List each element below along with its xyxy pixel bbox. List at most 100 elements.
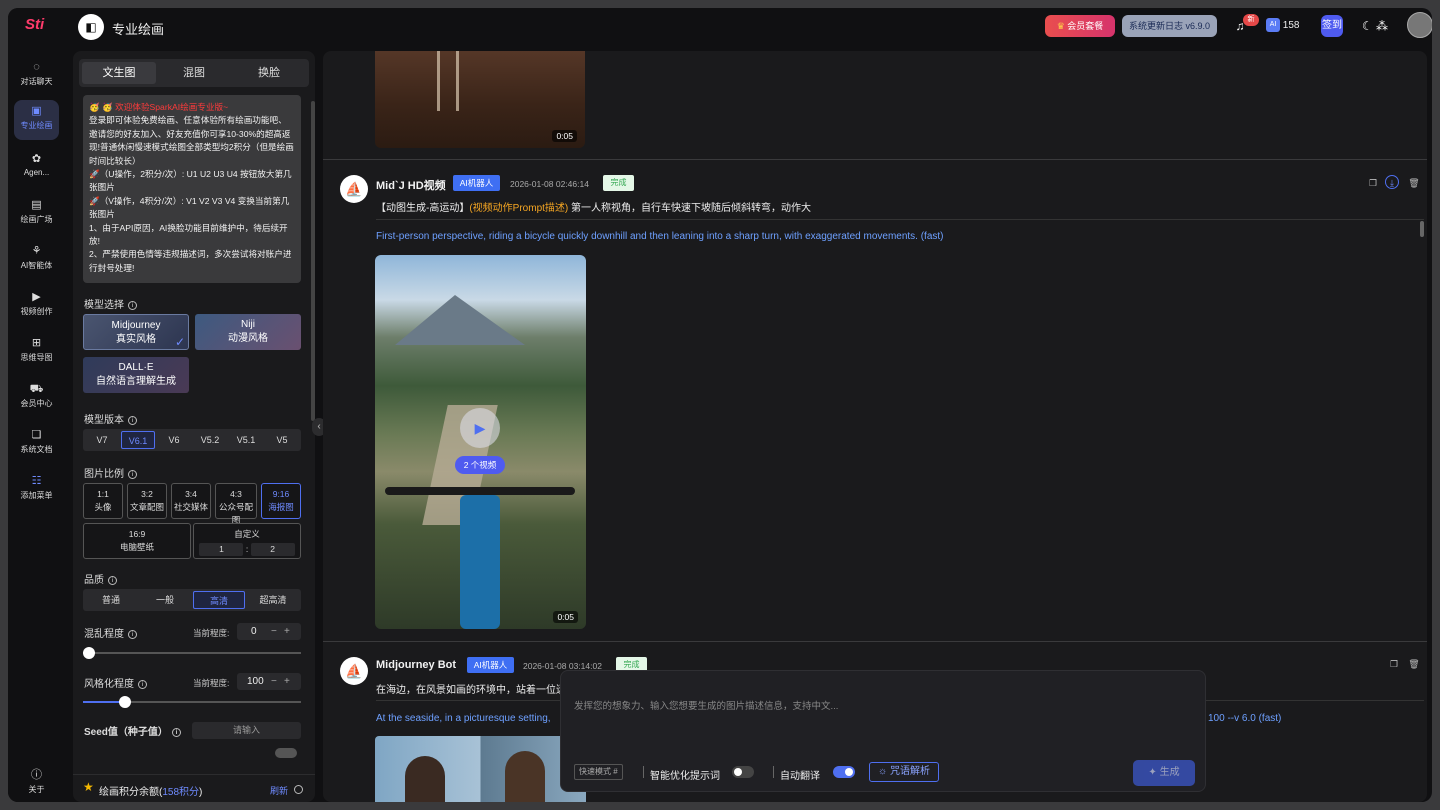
info-icon[interactable]: i [128,300,137,310]
version-option[interactable]: V5.2 [193,431,227,449]
plus-icon[interactable]: + [284,673,290,690]
brand-logo[interactable]: Sti [25,16,49,38]
panel-scrollbar[interactable] [311,101,315,421]
chat-icon: ◌ [33,61,40,73]
ratio-height-input[interactable]: 2 [250,543,295,556]
points-display[interactable]: AI 158 [1266,15,1318,37]
tab-face-swap[interactable]: 换脸 [232,62,306,84]
nav-item-label: 关于 [28,785,45,794]
translate-toggle[interactable] [833,766,855,778]
nav-item-about[interactable]: ⓘ 关于 [14,764,59,802]
copy-icon[interactable]: ❐ [1366,176,1380,190]
nav-item-docs[interactable]: ❏ 系统文档 [14,424,59,464]
image-thumbnail[interactable] [375,736,586,802]
delete-icon[interactable]: 🗑 [1407,176,1421,190]
version-option[interactable]: V6 [157,431,191,449]
mode-badge[interactable]: 快速模式 # [574,764,623,780]
tab-text-to-image[interactable]: 文生图 [82,62,156,84]
minus-icon[interactable]: − [271,623,277,640]
quality-option[interactable]: 普通 [85,591,137,609]
plus-icon[interactable]: + [284,623,290,640]
ratio-option[interactable]: 3:4 社交媒体 [171,483,211,519]
refresh-button[interactable]: 刷新 [270,784,288,797]
download-icon[interactable]: ⤓ [1385,175,1399,189]
chaos-stepper[interactable]: 0 − + [237,623,301,640]
model-card-midjourney[interactable]: Midjourney 真实风格 ✓ [83,314,189,350]
prompt-input[interactable]: 发挥您的想象力、输入您想要生成的图片描述信息，支持中文... [574,698,838,712]
version-option[interactable]: V5.1 [229,431,263,449]
panel-footer: ★ 绘画积分余额(158积分) 刷新 [73,774,315,802]
info-icon[interactable] [294,785,303,794]
quality-option[interactable]: 高清 [193,591,245,609]
info-icon[interactable]: i [128,629,137,639]
model-sub: 自然语言理解生成 [96,376,176,387]
nav-item-painting[interactable]: ▣ 专业绘画 [14,100,59,140]
checkin-button[interactable]: 签到 [1321,15,1343,37]
info-icon[interactable]: i [108,575,117,585]
stylize-stepper[interactable]: 100− + [237,673,301,690]
current-level-label: 当前程度: [193,628,230,638]
chaos-slider[interactable] [83,647,301,659]
bot-name: Mid`J HD视频 [376,180,446,192]
avatar[interactable] [1407,12,1432,38]
quality-section-label: 品质 i [84,571,117,586]
partial-toggle[interactable] [275,748,297,758]
generate-button[interactable]: ✦ 生成 [1133,760,1195,786]
model-card-dalle[interactable]: DALL·E 自然语言理解生成 [83,357,189,393]
video-thumbnail[interactable]: ▶ 2 个视频 0:05 [375,255,586,629]
version-option[interactable]: V5 [265,431,299,449]
delete-icon[interactable]: 🗑 [1407,657,1421,671]
chat-scrollbar[interactable] [1420,221,1424,237]
version-section-label: 模型版本 i [84,411,137,426]
minus-icon[interactable]: − [271,673,277,690]
seed-input[interactable]: 请输入 [192,722,301,739]
info-icon[interactable]: i [128,415,137,425]
nav-item-ai-agent[interactable]: ⚘ AI智能体 [14,240,59,280]
version-option[interactable]: V7 [85,431,119,449]
copy-icon[interactable]: ❐ [1387,657,1401,671]
sidebar-toggle-icon[interactable]: ◧ [78,14,104,40]
section-label: 模型版本 [84,415,124,426]
stylize-slider[interactable] [83,696,301,708]
docs-icon: ❏ [31,429,42,441]
nav-item-agent[interactable]: ✿ Agen... [14,148,59,188]
gallery-icon: ▤ [31,199,42,211]
vip-button[interactable]: ♛ 会员套餐 [1045,15,1115,37]
nav-item-gallery[interactable]: ▤ 绘画广场 [14,194,59,234]
info-icon[interactable]: i [128,469,137,479]
video-duration: 0:05 [553,611,578,623]
nav-item-add-menu[interactable]: ☷ 添加菜单 [14,470,59,510]
slider-knob[interactable] [118,696,131,708]
model-name: Midjourney [111,320,161,331]
nav-item-member[interactable]: ⛟ 会员中心 [14,378,59,418]
ratio-option[interactable]: 16:9 电脑壁纸 [83,523,191,559]
ratio-option-selected[interactable]: 9:16 海报图 [261,483,301,519]
quality-option[interactable]: 一般 [139,591,191,609]
version-option[interactable]: V6.1 [121,431,155,449]
changelog-button[interactable]: 系统更新日志 v6.9.0 [1122,15,1217,37]
quality-option[interactable]: 超高清 [247,591,299,609]
star-icon: ★ [83,780,94,794]
theme-toggle-icon[interactable]: ☾ ⁂ [1355,15,1395,37]
info-icon[interactable]: i [171,727,181,737]
model-card-niji[interactable]: Niji 动漫风格 [195,314,301,350]
play-icon[interactable]: ▶ [460,408,500,448]
info-icon[interactable]: i [138,679,147,689]
custom-ratio: 自定义 1 : 2 [193,523,301,559]
slider-knob[interactable] [83,647,95,659]
ratio-desc: 社交媒体 [173,502,208,512]
nav-item-chat[interactable]: ◌ 对话聊天 [14,56,59,96]
ratio-width-input[interactable]: 1 [199,543,244,556]
ratio-option[interactable]: 3:2 文章配图 [127,483,167,519]
message-divider [376,219,1424,220]
optimize-toggle[interactable] [732,766,754,778]
ratio-option[interactable]: 4:3 公众号配图 [215,483,257,525]
nav-item-mindmap[interactable]: ⊞ 思维导图 [14,332,59,372]
nav-item-video[interactable]: ▶ 视频创作 [14,286,59,326]
ratio-option[interactable]: 1:1 头像 [83,483,123,519]
tab-blend[interactable]: 混图 [157,62,231,84]
analyze-button[interactable]: ☼ 咒语解析 [869,762,939,782]
nav-item-label: 添加菜单 [20,491,53,500]
previous-video-thumbnail[interactable]: 0:05 [375,51,585,148]
ai-bot-tag: AI机器人 [467,657,514,673]
